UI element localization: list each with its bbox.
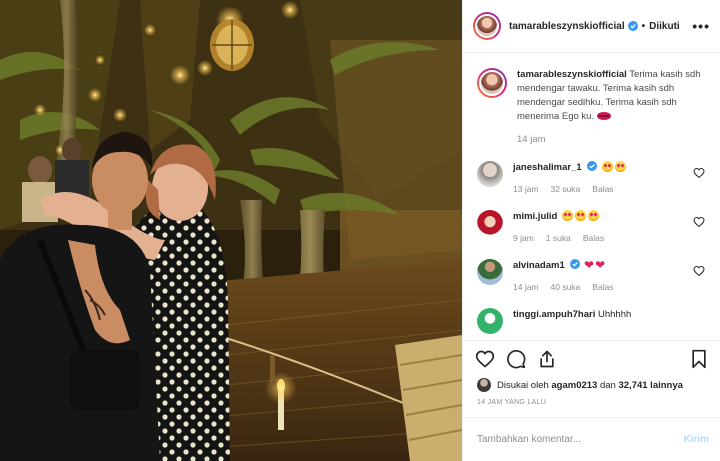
- add-comment-input[interactable]: [477, 433, 684, 445]
- verified-badge-icon: [627, 21, 638, 31]
- likes-count-link[interactable]: 32,741 lainnya: [618, 380, 682, 391]
- verified-badge-icon: [587, 161, 598, 171]
- post-photo[interactable]: [0, 0, 462, 461]
- heart-eyes-emoji-icon: [561, 210, 573, 221]
- comment-likes[interactable]: 32 suka: [551, 184, 581, 194]
- comment-text: Uhhhhh: [597, 309, 632, 320]
- post-comment-button[interactable]: Kirim: [683, 434, 709, 445]
- author-username[interactable]: tamarableszynskiofficial: [509, 21, 625, 32]
- comment-time[interactable]: 13 jam: [513, 184, 539, 194]
- commenter-avatar[interactable]: [477, 161, 503, 187]
- couple-night-photo: [0, 0, 462, 461]
- caption-time: 14 jam: [517, 134, 546, 145]
- comments-list[interactable]: tamarableszynskiofficial Terima kasih sd…: [463, 54, 720, 340]
- more-options-icon[interactable]: •••: [692, 19, 710, 33]
- like-comment-heart-icon[interactable]: [693, 265, 705, 277]
- comment-likes[interactable]: 40 suka: [551, 282, 581, 292]
- heart-eyes-emoji-icon: [601, 161, 613, 172]
- liked-by-middle: dan: [597, 379, 619, 391]
- like-comment-heart-icon[interactable]: [693, 167, 705, 179]
- liked-by-summary: Disukai oleh agam0213 dan 32,741 lainnya: [463, 377, 720, 393]
- post-header: tamarableszynskiofficial • Diikuti •••: [463, 0, 720, 53]
- red-heart-emoji-icon: ❤: [595, 258, 606, 272]
- commenter-username[interactable]: alvinadam1: [513, 260, 565, 271]
- commenter-username[interactable]: tinggi.ampuh7hari: [513, 309, 595, 320]
- comment-time[interactable]: 14 jam: [513, 282, 539, 292]
- comment-item: mimi.julid 9 jam 1 suka Balas: [477, 210, 707, 243]
- post-caption: tamarableszynskiofficial Terima kasih sd…: [477, 68, 707, 145]
- reply-button[interactable]: Balas: [592, 282, 613, 292]
- liked-by-prefix: Disukai oleh: [497, 379, 549, 391]
- comment-icon[interactable]: [506, 349, 526, 369]
- commenter-username[interactable]: mimi.julid: [513, 211, 557, 222]
- heart-icon[interactable]: [475, 349, 495, 369]
- comment-item: janeshalimar_1 13 jam 32 suka Balas: [477, 161, 707, 194]
- commenter-avatar[interactable]: [477, 210, 503, 236]
- commenter-username[interactable]: janeshalimar_1: [513, 162, 582, 173]
- red-heart-emoji-icon: ❤: [584, 258, 595, 272]
- comment-composer: Kirim: [463, 417, 720, 460]
- comment-item: tinggi.ampuh7hari Uhhhhh: [477, 308, 707, 334]
- author-avatar[interactable]: [473, 12, 501, 40]
- comment-time[interactable]: 9 jam: [513, 233, 534, 243]
- action-icons-row: [463, 341, 720, 377]
- liker-avatar[interactable]: [477, 378, 491, 392]
- caption-avatar[interactable]: [477, 68, 507, 98]
- bookmark-icon[interactable]: [689, 349, 709, 369]
- commenter-avatar[interactable]: [477, 259, 503, 285]
- post-side-panel: tamarableszynskiofficial • Diikuti ••• t…: [462, 0, 720, 461]
- caption-username[interactable]: tamarableszynskiofficial: [517, 69, 627, 80]
- comment-item: alvinadam1 ❤❤ 14 jam 40 suka Balas: [477, 259, 707, 292]
- instagram-post-viewer: tamarableszynskiofficial • Diikuti ••• t…: [0, 0, 720, 461]
- comment-likes[interactable]: 1 suka: [546, 233, 571, 243]
- caption-text: tamarableszynskiofficial Terima kasih sd…: [517, 68, 707, 124]
- like-comment-heart-icon[interactable]: [693, 216, 705, 228]
- heart-eyes-emoji-icon: [614, 161, 626, 172]
- header-separator: •: [641, 20, 646, 32]
- lips-emoji-icon: [597, 112, 612, 120]
- reply-button[interactable]: Balas: [583, 233, 604, 243]
- reply-button[interactable]: Balas: [592, 184, 613, 194]
- commenter-avatar[interactable]: [477, 308, 503, 334]
- post-timestamp[interactable]: 14 JAM YANG LALU: [463, 393, 720, 415]
- share-icon[interactable]: [537, 349, 557, 369]
- post-actions-section: Disukai oleh agam0213 dan 32,741 lainnya…: [463, 340, 720, 460]
- following-button[interactable]: Diikuti: [649, 21, 680, 32]
- verified-badge-icon: [570, 259, 581, 269]
- liker-username[interactable]: agam0213: [551, 380, 597, 391]
- heart-eyes-emoji-icon: [587, 210, 599, 221]
- heart-eyes-emoji-icon: [574, 210, 586, 221]
